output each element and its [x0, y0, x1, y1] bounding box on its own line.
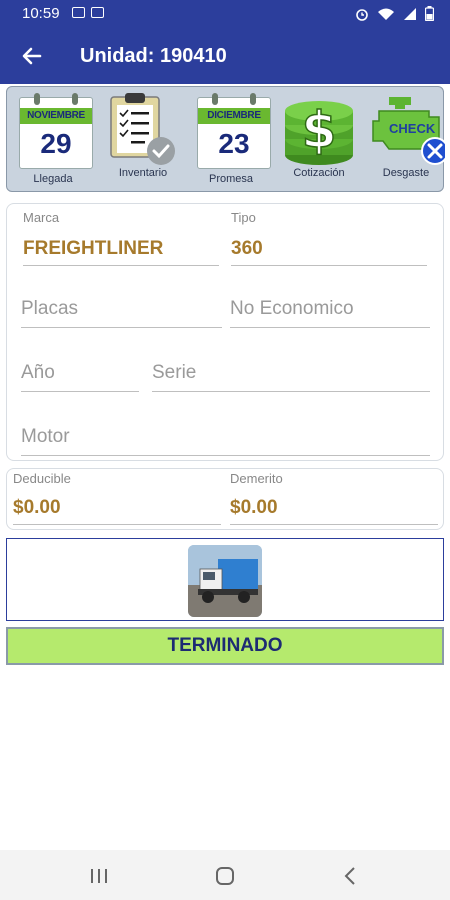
signal-icon: [404, 7, 416, 20]
llegada-month: NOVIEMBRE: [20, 108, 92, 124]
notification-icons: [72, 7, 104, 18]
llegada-button[interactable]: NOVIEMBRE 29 Llegada: [11, 91, 95, 189]
action-icon-strip: NOVIEMBRE 29 Llegada Inventario DICIEMBR…: [6, 86, 445, 192]
anio-hint: Año: [21, 362, 55, 383]
no-economico-field[interactable]: No Economico: [230, 288, 430, 328]
promesa-button[interactable]: DICIEMBRE 23 Promesa: [189, 91, 273, 189]
no-economico-hint: No Economico: [230, 298, 354, 319]
placas-field[interactable]: Placas: [21, 288, 222, 328]
tipo-value: 360: [231, 238, 263, 259]
serie-field[interactable]: Serie: [152, 352, 430, 392]
inventario-button[interactable]: Inventario: [101, 91, 185, 189]
app-bar: Unidad: 190410: [0, 28, 450, 84]
deducible-field[interactable]: Deducible $0.00: [13, 471, 221, 525]
promesa-label: Promesa: [208, 173, 254, 185]
recents-icon[interactable]: [89, 867, 109, 885]
status-time: 10:59: [22, 5, 60, 22]
demerito-value: $0.00: [230, 497, 278, 518]
desgaste-button[interactable]: CHECK Desgaste: [367, 91, 445, 189]
marca-label: Marca: [23, 210, 60, 225]
deducible-label: Deducible: [13, 471, 71, 486]
back-arrow-icon[interactable]: [18, 42, 46, 70]
anio-field[interactable]: Año: [21, 352, 139, 392]
llegada-label: Llegada: [33, 173, 73, 185]
terminado-status-button[interactable]: TERMINADO: [6, 627, 444, 665]
system-navigation-bar: [0, 850, 450, 900]
photo-gallery: [6, 538, 444, 621]
gallery-notification-icon: [72, 7, 85, 18]
tipo-label: Tipo: [231, 210, 256, 225]
status-bar: 10:59: [0, 0, 450, 28]
demerito-label: Demerito: [230, 471, 283, 486]
system-icons: [355, 6, 434, 21]
home-icon[interactable]: [214, 865, 236, 887]
calendar-icon: NOVIEMBRE 29: [19, 93, 93, 169]
alarm-icon: [356, 8, 368, 21]
llegada-day: 29: [40, 128, 72, 159]
demerito-field[interactable]: Demerito $0.00: [230, 471, 438, 525]
deducible-value: $0.00: [13, 497, 61, 518]
truck-photo[interactable]: [188, 545, 262, 617]
cotizacion-label: Cotización: [293, 167, 345, 179]
marca-field[interactable]: Marca FREIGHTLINER: [23, 208, 219, 266]
dollar-coins-icon: $: [285, 100, 353, 165]
promesa-day: 23: [218, 128, 250, 159]
motor-field[interactable]: Motor: [21, 416, 430, 456]
promesa-month: DICIEMBRE: [198, 108, 270, 124]
cotizacion-button[interactable]: $ Cotización: [277, 91, 361, 189]
battery-icon: [425, 6, 434, 21]
motor-hint: Motor: [21, 426, 70, 447]
wifi-icon: [378, 8, 394, 20]
serie-hint: Serie: [152, 362, 197, 383]
calendar-icon: DICIEMBRE 23: [197, 93, 271, 169]
vehicle-info-card: Marca FREIGHTLINER Tipo 360 Placas No Ec…: [6, 203, 444, 461]
check-badge: CHECK: [389, 121, 436, 136]
clipboard-check-icon: [110, 93, 175, 165]
inventario-label: Inventario: [118, 167, 168, 179]
marca-value: FREIGHTLINER: [23, 238, 164, 259]
photo-notification-icon: [91, 7, 104, 18]
svg-text:$: $: [302, 101, 337, 159]
back-icon[interactable]: [343, 866, 357, 886]
page-title: Unidad: 190410: [80, 45, 227, 67]
desgaste-label: Desgaste: [382, 167, 430, 179]
tipo-field[interactable]: Tipo 360: [231, 208, 427, 266]
costs-card: Deducible $0.00 Demerito $0.00: [6, 468, 444, 530]
placas-hint: Placas: [21, 298, 79, 319]
